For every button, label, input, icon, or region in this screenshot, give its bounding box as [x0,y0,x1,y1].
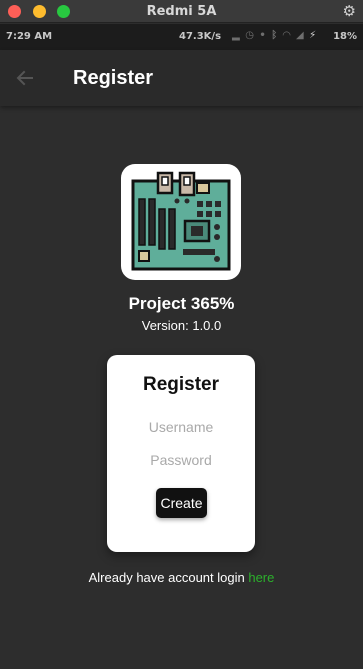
charging-icon: ⚡ [309,30,318,41]
clock-icon: ◷ [245,30,255,41]
battery-percentage: 18% [333,31,357,42]
version-label: Version: 1.0.0 [141,318,222,333]
dot-icon: • [259,30,267,41]
project-name: Project 365% [128,294,235,313]
login-link[interactable]: here [248,570,274,585]
back-button[interactable] [12,64,40,92]
status-time: 7:29 AM [6,31,53,42]
status-bar: 7:29 AM 47.3K/s ▂ ◷ • ᛒ ◠ ◢ ⚡ 18% [0,24,363,50]
window-title-bar: Redmi 5A ⚙ [0,0,363,23]
username-field[interactable] [121,415,241,439]
window-title: Redmi 5A [146,4,217,19]
page-title: Register [73,67,154,89]
login-prompt-text: Already have account login [88,570,249,585]
register-card: Register Create [107,355,255,552]
app-logo [121,164,241,280]
signal-icon: ▂ [232,30,241,41]
status-icons: ▂ ◷ • ᛒ ◠ ◢ ⚡ [232,30,317,41]
bluetooth-icon: ᛒ [271,30,279,41]
cell-signal-icon: ◢ [295,30,305,41]
app-bar: Register [0,50,363,106]
motherboard-icon [131,171,231,271]
gear-icon[interactable]: ⚙ [343,2,356,20]
status-network-speed: 47.3K/s [179,31,222,42]
wifi-icon: ◠ [282,30,292,41]
arrow-left-icon [16,70,33,86]
create-button[interactable]: Create [156,488,207,518]
password-field[interactable] [121,448,241,472]
register-card-title: Register [142,374,220,395]
login-prompt: Already have account login here [0,570,363,585]
